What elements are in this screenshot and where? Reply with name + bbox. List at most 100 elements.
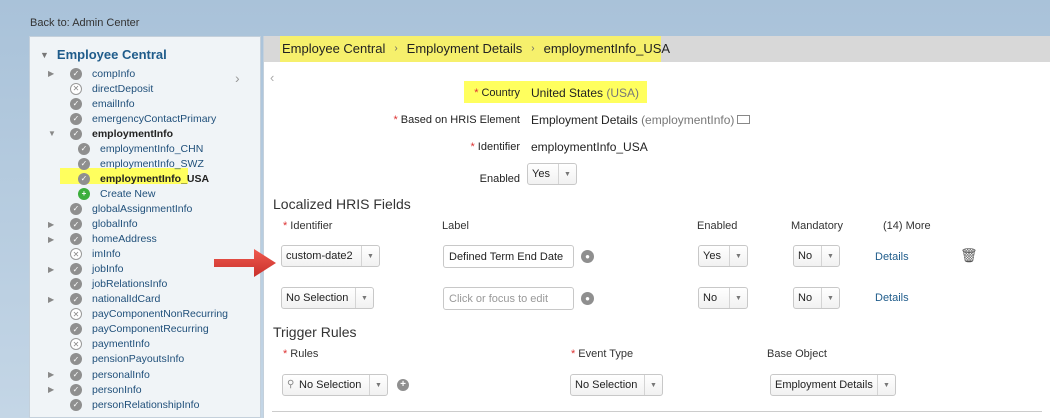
more-fields-link[interactable]: (14) More [883, 220, 931, 232]
col-base-object: Base Object [767, 348, 827, 360]
tree-item-label: employmentInfo_CHN [100, 142, 204, 155]
row2-enabled-select[interactable]: No ▼ [698, 287, 748, 309]
row2-label-input[interactable]: Click or focus to edit [443, 287, 574, 310]
tree-item[interactable]: ▶ ✓ globalInfo [48, 217, 138, 232]
tree-item[interactable]: ✓ employmentInfo_USA [56, 171, 209, 186]
tree-item[interactable]: ✕ payComponentNonRecurring [48, 307, 228, 322]
chevron-down-icon: ▼ [821, 246, 839, 266]
check-circle-icon: ✓ [70, 293, 82, 306]
chevron-down-icon: ▼ [369, 375, 387, 395]
tree-item[interactable]: ✓ employmentInfo_CHN [56, 141, 203, 156]
tree-item[interactable]: ✕ imInfo [48, 247, 121, 262]
rules-select[interactable]: ⚲ No Selection ▼ [282, 374, 388, 396]
tree-item[interactable]: ✓ jobRelationsInfo [48, 277, 167, 292]
tree-item-label: employmentInfo_USA [100, 172, 210, 185]
tree-item-label: imInfo [92, 248, 121, 261]
tree-item[interactable]: ✕ paymentInfo [48, 337, 150, 352]
tree-item-label: compInfo [92, 67, 136, 80]
expand-icon[interactable]: ▶ [48, 370, 58, 379]
row1-details-link[interactable]: Details [875, 251, 909, 263]
collapse-icon[interactable]: ▼ [48, 129, 58, 138]
chevron-right-icon: › [394, 43, 398, 54]
globe-icon[interactable]: ● [581, 250, 594, 263]
tree-item-label: payComponentRecurring [92, 323, 209, 336]
back-to-admin-center-link[interactable]: Back to: Admin Center [30, 17, 139, 29]
tree-item-label: directDeposit [92, 82, 154, 95]
check-circle-icon: ✓ [70, 97, 82, 110]
chevron-down-icon: ▼ [361, 246, 379, 266]
chevron-down-icon: ▼ [558, 164, 576, 184]
add-rule-icon[interactable]: + [397, 379, 409, 391]
check-circle-icon: ✓ [70, 278, 82, 291]
caret-down-icon[interactable]: ▼ [40, 50, 49, 60]
expand-icon[interactable]: ▶ [48, 385, 58, 394]
check-circle-icon: ✓ [78, 157, 90, 170]
breadcrumb: Employee Central › Employment Details › … [264, 36, 1050, 62]
tree-root-employee-central[interactable]: ▼ Employee Central [40, 47, 167, 62]
check-circle-icon: ✓ [70, 368, 82, 381]
enabled-select[interactable]: Yes ▼ [527, 163, 577, 185]
tree-item[interactable]: ▶ ✓ personalInfo [48, 367, 150, 382]
breadcrumb-employment-details[interactable]: Employment Details [407, 41, 523, 56]
chevron-down-icon: ▼ [729, 288, 747, 308]
identifier-value: employmentInfo_USA [531, 140, 648, 154]
base-object-select[interactable]: Employment Details ▼ [770, 374, 896, 396]
tree-item[interactable]: ▶ ✓ nationalIdCard [48, 292, 160, 307]
tree-item-label: homeAddress [92, 233, 157, 246]
main-panel: Employee Central › Employment Details › … [263, 36, 1050, 418]
id-card-icon [737, 115, 751, 125]
expand-icon[interactable]: ▶ [48, 235, 58, 244]
tree-item-label: payComponentNonRecurring [92, 308, 228, 321]
row1-enabled-select[interactable]: Yes ▼ [698, 245, 748, 267]
col-event-type: * Event Type [571, 348, 634, 360]
identifier-label: * Identifier [470, 141, 520, 153]
tree-item[interactable]: ✓ pensionPayoutsInfo [48, 352, 184, 367]
tree-item[interactable]: ▶ ✓ homeAddress [48, 232, 157, 247]
tree-item[interactable]: ✓ personRelationshipInfo [48, 397, 199, 412]
tree-item[interactable]: + Create New [56, 186, 155, 201]
chevron-right-icon[interactable]: › [235, 70, 240, 86]
tree-item-label: globalInfo [92, 218, 138, 230]
tree-item-label: Create New [100, 187, 156, 200]
row1-label-input[interactable]: Defined Term End Date [443, 245, 574, 268]
event-type-select[interactable]: No Selection ▼ [570, 374, 663, 396]
divider [272, 411, 1042, 412]
check-circle-icon: ✓ [70, 127, 82, 140]
row1-mandatory-select[interactable]: No ▼ [793, 245, 840, 267]
tree-item[interactable]: ▼ ✓ employmentInfo [48, 126, 173, 141]
tree-item[interactable]: ▶ ✓ compInfo [48, 66, 135, 81]
trigger-rules-title: Trigger Rules [273, 324, 357, 340]
expand-icon[interactable]: ▶ [48, 220, 58, 229]
check-circle-icon: ✓ [70, 398, 82, 411]
globe-icon[interactable]: ● [581, 292, 594, 305]
expand-icon[interactable]: ▶ [48, 265, 58, 274]
breadcrumb-employee-central[interactable]: Employee Central [282, 41, 385, 56]
col-identifier: * Identifier [283, 220, 333, 232]
check-circle-icon: ✓ [70, 263, 82, 276]
tree-item[interactable]: ✕ directDeposit [48, 81, 153, 96]
chevron-down-icon: ▼ [877, 375, 895, 395]
tree-item[interactable]: ✓ payComponentRecurring [48, 322, 209, 337]
country-label: * Country [474, 87, 520, 99]
tree-item[interactable]: ✓ employmentInfo_SWZ [56, 156, 204, 171]
breadcrumb-current: employmentInfo_USA [543, 41, 671, 56]
row2-details-link[interactable]: Details [875, 292, 909, 304]
tree-item-label: nationalIdCard [92, 293, 161, 306]
trash-icon[interactable]: 🗑 [960, 247, 978, 264]
col-enabled: Enabled [697, 220, 738, 232]
chevron-right-icon: › [531, 43, 535, 54]
row2-identifier-select[interactable]: No Selection ▼ [281, 287, 374, 309]
tree-item-label: employmentInfo_SWZ [100, 157, 204, 170]
chevron-left-icon[interactable]: ‹ [270, 70, 274, 85]
expand-icon[interactable]: ▶ [48, 295, 58, 304]
tree-item[interactable]: ✓ emailInfo [48, 96, 135, 111]
expand-icon[interactable]: ▶ [48, 69, 58, 78]
row1-identifier-select[interactable]: custom-date2 ▼ [281, 245, 380, 267]
row2-mandatory-select[interactable]: No ▼ [793, 287, 840, 309]
tree-item[interactable]: ▶ ✓ jobInfo [48, 262, 124, 277]
tree-item[interactable]: ✓ globalAssignmentInfo [48, 201, 192, 216]
check-circle-icon: ✓ [70, 67, 82, 80]
chevron-down-icon: ▼ [644, 375, 662, 395]
tree-item[interactable]: ▶ ✓ personInfo [48, 382, 142, 397]
tree-item[interactable]: ✓ emergencyContactPrimary [48, 111, 216, 126]
